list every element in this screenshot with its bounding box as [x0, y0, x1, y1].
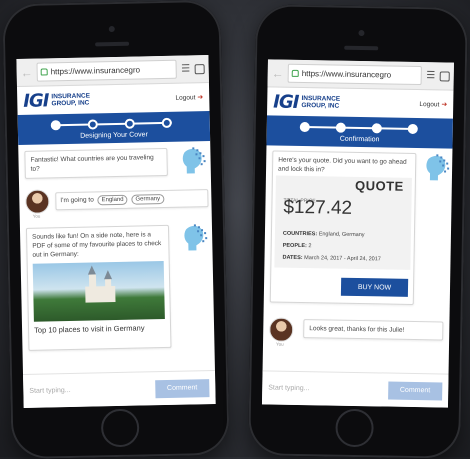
company-name: INSURANCE GROUP, INC — [301, 95, 340, 110]
country-chip[interactable]: England — [97, 194, 128, 206]
step-label: Confirmation — [339, 135, 380, 144]
country-chip[interactable]: Germany — [131, 193, 165, 205]
bot-message-with-pdf: Sounds like fun! On a side note, here is… — [25, 224, 172, 351]
logout-icon: ➜ — [197, 94, 204, 102]
phone-screen: ← https://www.insurancegro ☰ IGI INSURAN… — [16, 55, 216, 408]
logout-link[interactable]: Logout ➜ — [419, 100, 448, 109]
company-name-line2: GROUP, INC — [301, 101, 340, 110]
phone-screen: ← https://www.insurancegro ☰ IGI INSURAN… — [261, 59, 454, 408]
bot-message-text: Sounds like fun! On a side note, here is… — [32, 231, 162, 259]
user-avatar-label: You — [32, 213, 41, 219]
user-reply-text: I'm going to — [60, 196, 94, 205]
front-camera — [108, 25, 115, 33]
people-label: PEOPLE: — [282, 242, 307, 250]
message-input[interactable]: Start typing... — [29, 385, 155, 395]
igi-logo: IGI — [23, 89, 49, 112]
step-4-dot — [407, 123, 418, 135]
home-button[interactable] — [100, 408, 140, 448]
progress-stepper: Confirmation — [266, 115, 453, 149]
bot-message-text: Here's your quote. Did you want to go ah… — [278, 156, 407, 174]
brand-header: IGI INSURANCE GROUP, INC Logout ➜ — [267, 87, 453, 118]
quote-countries: COUNTRIES: England, Germany — [283, 230, 365, 240]
step-4-dot — [161, 117, 172, 129]
company-name: INSURANCE GROUP, INC — [51, 93, 90, 108]
user-message: I'm going to England Germany — [55, 189, 209, 211]
phone-left: ← https://www.insurancegro ☰ IGI INSURAN… — [2, 0, 230, 459]
lock-icon — [40, 68, 48, 76]
assistant-head-icon — [182, 147, 206, 174]
tabs-icon[interactable] — [194, 63, 205, 74]
pdf-caption[interactable]: Top 10 places to visit in Germany — [34, 323, 165, 334]
dates-label: DATES: — [282, 254, 303, 262]
step-1-dot — [50, 120, 61, 131]
message-composer: Start typing... Comment — [261, 370, 449, 408]
quote-dates: DATES: March 24, 2017 - April 24, 2017 — [282, 254, 381, 265]
quote-title: QUOTE — [354, 177, 404, 194]
progress-track — [304, 126, 415, 130]
step-2-dot — [335, 122, 346, 133]
address-bar[interactable]: https://www.insurancegro — [36, 59, 177, 82]
home-button[interactable] — [335, 408, 374, 448]
browser-toolbar: ← https://www.insurancegro ☰ — [16, 55, 209, 88]
people-value: 2 — [308, 243, 312, 250]
user-message: Looks great, thanks for this Julie! — [303, 319, 444, 341]
igi-logo: IGI — [273, 91, 299, 113]
step-1-dot — [299, 121, 310, 133]
castle-tower — [105, 278, 112, 289]
buy-now-button[interactable]: BUY NOW — [340, 277, 409, 297]
step-3-dot — [371, 123, 382, 134]
menu-icon[interactable]: ☰ — [181, 63, 191, 74]
logout-link[interactable]: Logout ➜ — [175, 93, 203, 102]
logout-label: Logout — [419, 100, 440, 108]
progress-stepper: Designing Your Cover — [17, 111, 211, 146]
user-avatar — [269, 317, 294, 342]
front-camera — [358, 29, 365, 37]
back-arrow-icon[interactable]: ← — [272, 66, 284, 80]
earpiece-speaker — [344, 45, 379, 51]
bot-quote-message: Here's your quote. Did you want to go ah… — [269, 150, 417, 305]
logout-icon: ➜ — [441, 101, 448, 109]
logout-label: Logout — [175, 93, 196, 102]
user-avatar — [25, 189, 50, 214]
castle-tower — [88, 274, 97, 289]
brand-header: IGI INSURANCE GROUP, INC Logout ➜ — [17, 83, 210, 115]
back-arrow-icon[interactable]: ← — [21, 65, 33, 79]
user-avatar-label: You — [275, 341, 284, 347]
lock-icon — [291, 69, 299, 77]
bot-message: Fantastic! What countries are you travel… — [24, 147, 168, 179]
castle-roof — [87, 265, 96, 275]
url-text: https://www.insurancegro — [301, 68, 392, 80]
comment-button[interactable]: Comment — [387, 381, 443, 400]
company-name-line2: GROUP, INC — [51, 99, 90, 108]
countries-label: COUNTRIES: — [282, 230, 318, 238]
step-3-dot — [124, 118, 135, 129]
assistant-head-icon — [426, 154, 450, 181]
step-2-dot — [87, 119, 98, 130]
message-composer: Start typing... Comment — [23, 369, 216, 408]
step-label: Designing Your Cover — [80, 131, 148, 140]
comment-button[interactable]: Comment — [154, 378, 210, 398]
progress-track — [55, 121, 172, 127]
browser-toolbar: ← https://www.insurancegro ☰ — [267, 59, 454, 91]
castle-thumbnail-image[interactable] — [32, 261, 165, 322]
earpiece-speaker — [95, 41, 130, 47]
countries-value: England, Germany — [318, 231, 365, 239]
url-text: https://www.insurancegro — [50, 65, 141, 77]
quote-card: QUOTE TOTAL PRICE $127.42 COUNTRIES: Eng… — [274, 175, 412, 270]
menu-icon[interactable]: ☰ — [426, 70, 436, 81]
phone-right: ← https://www.insurancegro ☰ IGI INSURAN… — [248, 4, 468, 459]
address-bar[interactable]: https://www.insurancegro — [287, 63, 422, 86]
castle-roof — [103, 270, 113, 280]
message-input[interactable]: Start typing... — [268, 384, 388, 393]
assistant-head-icon — [184, 224, 208, 251]
total-price: $127.42 — [283, 196, 353, 219]
dates-value: March 24, 2017 - April 24, 2017 — [304, 255, 381, 263]
tabs-icon[interactable] — [439, 70, 450, 82]
quote-people: PEOPLE: 2 — [283, 242, 312, 252]
